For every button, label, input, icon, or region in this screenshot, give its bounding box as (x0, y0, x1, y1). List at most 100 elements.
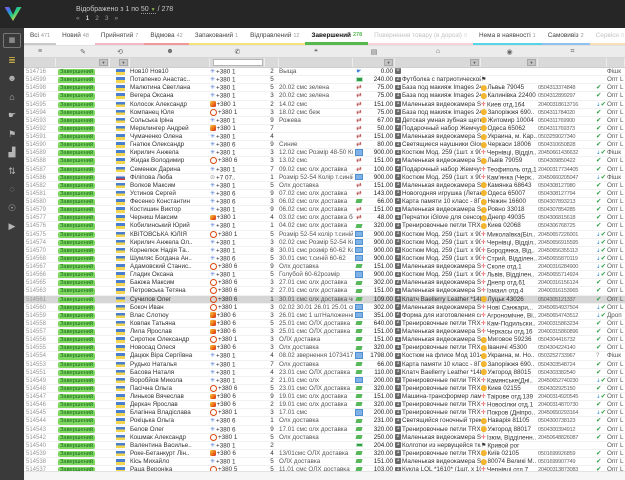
tab-Всі[interactable]: Всі471 (24, 28, 56, 45)
table-row[interactable]: 514582ЗавершенийВолков Максим+380 15Олх … (24, 182, 625, 190)
table-row[interactable]: 514596ЗавершенийВегера Оксана+380 1320.0… (24, 92, 625, 100)
table-row[interactable]: 514598ЗавершенийМалютина Светлана+380 15… (24, 84, 625, 92)
last-page-button[interactable]: » (115, 15, 119, 22)
tab-Нема в наявності[interactable]: Нема в наявності1 (473, 28, 542, 45)
sidebar-item-cards-icon[interactable]: ▦ (3, 33, 21, 48)
table-row[interactable]: 514547ЗавершенийЛиньков Вячеслав+380 691… (24, 393, 625, 401)
table-row[interactable]: 514594ЗавершенийКомпанец Юля+380 1318.02… (24, 109, 625, 117)
client-name: Костишин Виктор (130, 206, 210, 213)
table-row[interactable]: 514574ЗавершенийКирилич Анжела Ол..+380 … (24, 239, 625, 247)
table-row[interactable]: 514591ЗавершенийЧумаченко Олена+380 1415… (24, 133, 625, 141)
phone-cell: +380 6 (210, 417, 265, 424)
table-row[interactable]: 514544ЗавершенийРокіцька Ольга+380 61Олх… (24, 417, 625, 425)
order-status: Завершений (56, 255, 110, 262)
table-row[interactable]: 514586ЗавершенийФіліпова Люба+7 07..1Роз… (24, 174, 625, 182)
table-row[interactable]: 514590ЗавершенийГнатюк Олександр+380 69С… (24, 141, 625, 149)
table-row[interactable]: 514557ЗавершенийЛила Ярослав+380 6325.01… (24, 328, 625, 336)
tab-Самовивіз[interactable]: Самовивіз2 (542, 28, 590, 45)
filter-dropdown-button[interactable]: ▼ (470, 59, 479, 66)
table-row[interactable]: 514580ЗавершенийФесенко Константин+380 6… (24, 198, 625, 206)
tab-Завершений[interactable]: Завершений278 (305, 28, 368, 45)
tab-Новий[interactable]: Новий48 (56, 28, 95, 45)
table-row[interactable]: 514577ЗавершенийЧерниш Максим+380 1403.0… (24, 214, 625, 222)
table-row[interactable]: 514568ЗавершенийШумляс Богдана Ан..+380 … (24, 255, 625, 263)
first-page-button[interactable]: « (76, 15, 80, 22)
table-row[interactable]: 514548ЗавершенийПасічна Ольга+380 6523.0… (24, 385, 625, 393)
table-row[interactable]: 514551ЗавершенийБасова Наталя+380 1423.0… (24, 369, 625, 377)
tab-Запакований[interactable]: Запакований1 (189, 28, 244, 45)
order-id: 514579 (24, 206, 56, 213)
tab-Відмова[interactable]: Відмова42 (144, 28, 188, 45)
table-row[interactable]: 514560ЗавершенийБокоч Иван+380 1302.02 3… (24, 304, 625, 312)
table-row[interactable]: 514549ЗавершенийВоробйов Микола+380 1221… (24, 377, 625, 385)
tab-Відправлений[interactable]: Відправлений12 (244, 28, 305, 45)
table-row[interactable]: 514593ЗавершенийСольська Іріна+380 19Рож… (24, 117, 625, 125)
table-row[interactable]: 514559ЗавершенийВлас Слотюу+380 6326.01 … (24, 312, 625, 320)
tracking-status: ✔ (596, 336, 607, 343)
filter-dropdown-button[interactable]: ▼ (384, 59, 393, 66)
sidebar-item-orders-list-icon[interactable]: ≣ (4, 54, 20, 67)
sidebar-item-statistics-icon[interactable]: ▟ (4, 146, 20, 159)
table-row[interactable]: 514545ЗавершенийБлагінна Владіслава+380 … (24, 409, 625, 417)
table-row[interactable]: 514716ЗавершенийНов10 Нов10+380 12Выща0.… (24, 68, 625, 76)
table-row[interactable]: 514563ЗавершенийПетровська Тетяна+380 62… (24, 287, 625, 295)
page-button[interactable]: 1 (86, 15, 90, 22)
table-row[interactable]: 514555ЗавершенийНовосад Олеся+380 63Олх … (24, 344, 625, 352)
table-row[interactable]: 514565ЗавершенийБаюжа Максим+380 6327.01… (24, 279, 625, 287)
app-logo[interactable] (0, 0, 26, 28)
table-row[interactable]: 514587ЗавершенийСеменюк Дарина+380 1709.… (24, 166, 625, 174)
table-row[interactable]: 514566ЗавершенийГладик Оксана+380 15Голу… (24, 271, 625, 279)
filter-dropdown-button[interactable]: ▼ (119, 59, 128, 66)
table-row[interactable]: 514553ЗавершенийРудько Наталья+380 17Олх… (24, 361, 625, 369)
sidebar-item-integrations-icon[interactable]: ⇅ (4, 165, 20, 178)
table-row[interactable]: 514599ЗавершенийПотапенко Анастас..+380 … (24, 76, 625, 84)
page-button[interactable]: 3 (105, 15, 109, 22)
page-button[interactable]: 2 (95, 15, 99, 22)
table-row[interactable]: 514543ЗавершенийБелов Олег+380 6917.01 с… (24, 426, 625, 434)
table-row[interactable]: 514558ЗавершенийКовпак Татьяна+380 6525.… (24, 320, 625, 328)
products-cell: 1Тренировочные петли TRX Train.. (395, 409, 481, 416)
table-row[interactable]: 514579ЗавершенийКостишин Виктор+380 1906… (24, 206, 625, 214)
quantity: 3 (265, 409, 279, 416)
sidebar-item-clients-icon[interactable]: ☻ (4, 72, 20, 85)
table-row[interactable]: 514576ЗавершенийКобилинський Юрий+380 11… (24, 222, 625, 230)
shown-range-label: Відображено з 1 по (76, 6, 139, 13)
table-row[interactable]: 514539ЗавершенийРоке-Бетанкурт Лін..+380… (24, 450, 625, 458)
tab-Сервіси[interactable]: Сервіси0 (590, 28, 625, 45)
table-row[interactable]: 514542ЗавершенийКошмак Александр+380 15О… (24, 434, 625, 442)
table-row[interactable]: 514538ЗавершенийКісь Михайло+380 15ОЛХ д… (24, 458, 625, 466)
sidebar-item-marketing-icon[interactable]: ⚑ (4, 128, 20, 141)
table-row[interactable]: 514575ЗавершенийКВІТОВСЬКА ЮЛІЯ+380 15Ро… (24, 231, 625, 239)
table-row[interactable]: 514540ЗавершенийВалентина Василье..+380 … (24, 442, 625, 450)
flag-ua-icon (116, 77, 125, 83)
phone-filter-input[interactable] (213, 59, 263, 66)
order-sum: 67.00 (365, 117, 395, 124)
table-row[interactable]: 514567ЗавершенийАдамовский Станис..+380 … (24, 263, 625, 271)
product-count-badge: 1 (395, 150, 401, 156)
table-row[interactable]: 514556ЗавершенийСиротюк Олександр+380 13… (24, 336, 625, 344)
status-badge: Завершений (58, 256, 95, 262)
table-row[interactable]: 514554ЗавершенийДацюк Віра Сергіївна+380… (24, 352, 625, 360)
page-size-dropdown[interactable]: 50 ▼ (141, 6, 156, 14)
filter-dropdown-button[interactable]: ▼ (527, 59, 536, 66)
sidebar-item-video-icon[interactable]: ▶ (4, 220, 20, 233)
tab-Повернення товару (в дорозі)[interactable]: Повернення товару (в дорозі)0 (368, 28, 473, 45)
table-row[interactable]: 514561ЗавершенийСучилов Олег+380 6130.01… (24, 296, 625, 304)
table-row[interactable]: 514546ЗавершенийДеркач Ярослав+380 6219.… (24, 401, 625, 409)
table-row[interactable]: 514595ЗавершенийКолосок Александр+380 12… (24, 101, 625, 109)
filter-dropdown-button[interactable]: ▼ (99, 59, 108, 66)
sidebar-item-hand-pointer-icon[interactable]: ☛ (4, 109, 20, 122)
order-sum: 75.00 (365, 109, 395, 116)
sidebar-item-web-icon[interactable]: ☉ (4, 202, 20, 215)
table-row[interactable]: 514588ЗавершенийЖидак Володимир+380 6313… (24, 157, 625, 165)
table-row[interactable]: 514592ЗавершенийМерклингер Андрей+380 17… (24, 125, 625, 133)
phone-number: +380 6 (218, 279, 237, 286)
table-row[interactable]: 514581ЗавершенийУстинов Сергей+380 6907.… (24, 190, 625, 198)
products-cell: 1База под макияж Images 24 Car.. (395, 84, 481, 91)
table-row[interactable]: 514570ЗавершенийКорнелюк Надія Та..+380 … (24, 247, 625, 255)
tab-Прийнятий[interactable]: Прийнятий7 (95, 28, 144, 45)
table-row[interactable]: 514589ЗавершенийКирилич Анжела+380 1312.… (24, 149, 625, 157)
sidebar-item-info-icon[interactable]: ◌ (4, 183, 20, 196)
sidebar-item-warehouse-icon[interactable]: ⌂ (4, 91, 20, 104)
status-badge: Завершений (58, 345, 95, 351)
